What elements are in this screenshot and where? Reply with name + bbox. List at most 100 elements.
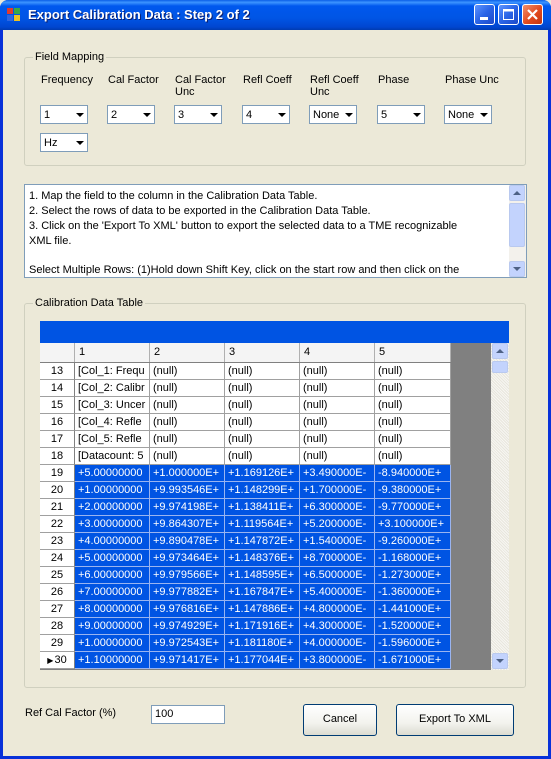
table-row[interactable]: 27 +8.00000000 +9.976816E+ +1.147886E+ +4.80… (40, 601, 451, 618)
table-cell[interactable]: [Datacount: 5 (75, 448, 150, 465)
column-header[interactable]: 1 (75, 343, 150, 362)
table-cell[interactable]: [Col_2: Calibr (75, 380, 150, 397)
table-cell[interactable]: (null) (300, 431, 375, 448)
cal-factor-select[interactable]: 2 (107, 105, 155, 124)
phase-unc-select[interactable]: None (444, 105, 492, 124)
table-cell[interactable]: +9.979566E+ (150, 567, 225, 584)
table-cell[interactable]: +5.400000E- (300, 584, 375, 601)
table-cell[interactable]: [Col_1: Frequ (75, 363, 150, 380)
row-header[interactable]: 19 (40, 465, 75, 482)
table-cell[interactable]: +1.147872E+ (225, 533, 300, 550)
table-cell[interactable]: +5.00000000 (75, 550, 150, 567)
table-cell[interactable]: (null) (225, 363, 300, 380)
table-cell[interactable]: -8.940000E+ (375, 465, 451, 482)
chevron-down-icon[interactable] (138, 107, 153, 122)
table-cell[interactable]: +3.490000E- (300, 465, 375, 482)
table-cell[interactable]: (null) (375, 448, 451, 465)
table-cell[interactable]: +8.00000000 (75, 601, 150, 618)
scroll-thumb[interactable] (509, 203, 525, 247)
table-cell[interactable]: +9.973464E+ (150, 550, 225, 567)
table-cell[interactable]: +9.972543E+ (150, 635, 225, 652)
table-cell[interactable]: -1.273000E+ (375, 567, 451, 584)
row-header[interactable]: 22 (40, 516, 75, 533)
table-cell[interactable]: +1.169126E+ (225, 465, 300, 482)
row-header[interactable]: 13 (40, 363, 75, 380)
row-header[interactable]: 27 (40, 601, 75, 618)
table-cell[interactable]: +1.00000000 (75, 482, 150, 499)
table-cell[interactable]: -1.596000E+ (375, 635, 451, 652)
scroll-down-icon[interactable] (509, 261, 525, 277)
table-cell[interactable]: +1.138411E+ (225, 499, 300, 516)
table-cell[interactable]: +1.00000000 (75, 635, 150, 652)
table-cell[interactable]: +1.167847E+ (225, 584, 300, 601)
table-cell[interactable]: +4.000000E- (300, 635, 375, 652)
table-cell[interactable]: (null) (300, 363, 375, 380)
table-cell[interactable]: (null) (150, 448, 225, 465)
table-cell[interactable]: +1.119564E+ (225, 516, 300, 533)
table-cell[interactable]: +1.148376E+ (225, 550, 300, 567)
close-button[interactable] (522, 4, 543, 25)
table-cell[interactable]: (null) (375, 380, 451, 397)
table-cell[interactable]: (null) (150, 414, 225, 431)
table-cell[interactable]: (null) (225, 414, 300, 431)
title-bar[interactable]: Export Calibration Data : Step 2 of 2 (0, 0, 551, 30)
table-cell[interactable]: (null) (375, 414, 451, 431)
refl-coeff-unc-select[interactable]: None (309, 105, 357, 124)
row-header[interactable]: 16 (40, 414, 75, 431)
table-cell[interactable]: [Col_4: Refle (75, 414, 150, 431)
table-cell[interactable]: (null) (225, 431, 300, 448)
calibration-data-grid[interactable]: 1 2 3 4 5 13 [Col_1: Frequ (null) (null) (nu… (40, 343, 509, 670)
table-cell[interactable]: (null) (225, 448, 300, 465)
table-cell[interactable]: +5.200000E- (300, 516, 375, 533)
table-cell[interactable]: +1.177044E+ (225, 652, 300, 669)
table-row[interactable]: 29 +1.00000000 +9.972543E+ +1.181180E+ +4.00… (40, 635, 451, 652)
table-cell[interactable]: +6.500000E- (300, 567, 375, 584)
row-header[interactable]: 17 (40, 431, 75, 448)
table-cell[interactable]: (null) (150, 431, 225, 448)
table-row[interactable]: 22 +3.00000000 +9.864307E+ +1.119564E+ +5.20… (40, 516, 451, 533)
table-row[interactable]: 26 +7.00000000 +9.977882E+ +1.167847E+ +5.40… (40, 584, 451, 601)
frequency-unit-select[interactable]: Hz (40, 133, 88, 152)
table-cell[interactable]: +8.700000E- (300, 550, 375, 567)
table-cell[interactable]: +6.300000E- (300, 499, 375, 516)
table-cell[interactable]: +3.800000E- (300, 652, 375, 669)
maximize-button[interactable] (498, 4, 519, 25)
frequency-select[interactable]: 1 (40, 105, 88, 124)
row-header[interactable]: 14 (40, 380, 75, 397)
scroll-up-icon[interactable] (492, 343, 508, 359)
chevron-down-icon[interactable] (340, 107, 355, 122)
table-cell[interactable]: +4.00000000 (75, 533, 150, 550)
table-cell[interactable]: (null) (375, 363, 451, 380)
column-header[interactable]: 3 (225, 343, 300, 362)
instructions-scrollbar[interactable] (509, 185, 526, 277)
table-cell[interactable]: -1.520000E+ (375, 618, 451, 635)
table-row[interactable]: 23 +4.00000000 +9.890478E+ +1.147872E+ +1.54… (40, 533, 451, 550)
table-row[interactable]: 15 [Col_3: Uncer (null) (null) (null) (null) (40, 397, 451, 414)
table-row[interactable]: 19 +5.00000000 +1.000000E+ +1.169126E+ +3.49… (40, 465, 451, 482)
table-cell[interactable]: -1.671000E+ (375, 652, 451, 669)
table-cell[interactable]: +9.993546E+ (150, 482, 225, 499)
column-header[interactable]: 4 (300, 343, 375, 362)
table-cell[interactable]: (null) (300, 448, 375, 465)
phase-select[interactable]: 5 (377, 105, 425, 124)
table-cell[interactable]: +4.300000E- (300, 618, 375, 635)
table-row[interactable]: 25 +6.00000000 +9.979566E+ +1.148595E+ +6.50… (40, 567, 451, 584)
table-cell[interactable]: -9.380000E+ (375, 482, 451, 499)
table-scrollbar[interactable] (491, 343, 509, 670)
table-row[interactable]: 13 [Col_1: Frequ (null) (null) (null) (null) (40, 363, 451, 380)
table-row[interactable]: 18 [Datacount: 5 (null) (null) (null) (null) (40, 448, 451, 465)
table-cell[interactable]: +5.00000000 (75, 465, 150, 482)
table-cell[interactable]: +9.974929E+ (150, 618, 225, 635)
cal-factor-unc-select[interactable]: 3 (174, 105, 222, 124)
table-cell[interactable]: +9.00000000 (75, 618, 150, 635)
row-header[interactable]: 25 (40, 567, 75, 584)
table-cell[interactable]: +9.976816E+ (150, 601, 225, 618)
row-header[interactable]: 15 (40, 397, 75, 414)
row-header[interactable]: 28 (40, 618, 75, 635)
table-row[interactable]: 16 [Col_4: Refle (null) (null) (null) (null) (40, 414, 451, 431)
table-cell[interactable]: -1.360000E+ (375, 584, 451, 601)
scroll-down-icon[interactable] (492, 653, 508, 669)
chevron-down-icon[interactable] (71, 107, 86, 122)
row-header[interactable]: ▶30 (40, 652, 75, 669)
minimize-button[interactable] (474, 4, 495, 25)
